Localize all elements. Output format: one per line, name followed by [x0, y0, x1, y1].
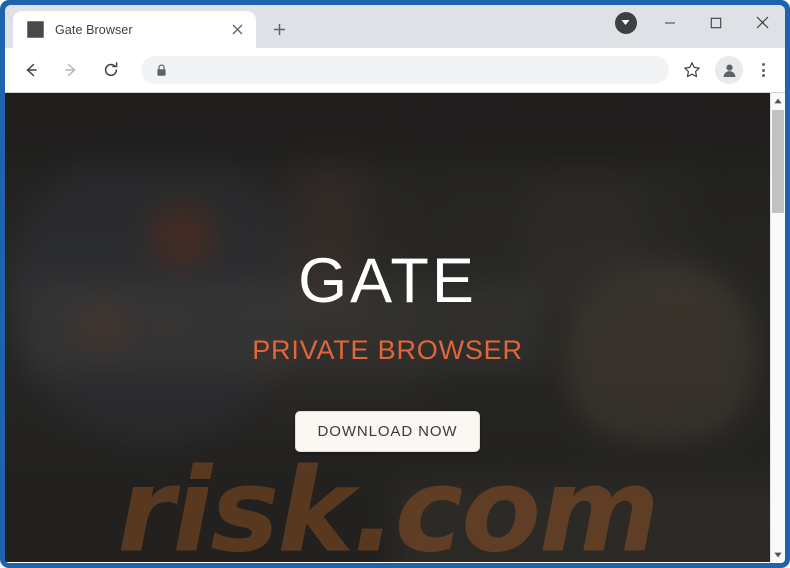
three-dot-menu-icon-dot3 [761, 74, 765, 78]
tab-search-circle [614, 11, 637, 34]
forward-button[interactable] [55, 54, 87, 86]
forward-icon [65, 63, 76, 77]
minimize-button[interactable] [647, 5, 693, 40]
tab-search-button[interactable] [604, 5, 647, 40]
bookmark-button[interactable] [677, 55, 707, 85]
back-button[interactable] [15, 54, 47, 86]
profile-button[interactable] [715, 56, 743, 84]
profile-avatar-icon [723, 64, 735, 77]
scroll-down-arrow-icon [774, 552, 782, 557]
address-bar[interactable] [141, 56, 669, 84]
scroll-up-arrow-icon [774, 98, 782, 103]
web-page-content: risk.com GATE PRIVATE BROWSER DOWNLOAD N… [5, 93, 770, 562]
hero-title: GATE [298, 246, 477, 316]
tab-gate-browser[interactable]: Gate Browser [13, 11, 256, 48]
chrome-menu-button[interactable] [749, 55, 777, 85]
star-icon [684, 62, 700, 78]
lock-icon [153, 62, 169, 78]
hero-subtitle: PRIVATE BROWSER [252, 335, 523, 365]
scrollbar-thumb[interactable] [772, 110, 784, 213]
scrollbar-up-button[interactable] [771, 93, 785, 108]
browser-viewport: risk.com GATE PRIVATE BROWSER DOWNLOAD N… [5, 93, 785, 562]
close-icon [756, 16, 768, 29]
new-tab-button[interactable] [264, 14, 294, 44]
maximize-button[interactable] [693, 5, 739, 40]
lock-glyph [156, 64, 166, 76]
tab-close-button[interactable] [226, 19, 248, 41]
page-scrollbar[interactable] [770, 93, 785, 562]
three-dot-menu-icon-dot2 [761, 68, 765, 72]
maximize-icon [710, 17, 722, 28]
browser-window-inner: Gate Browser risk.com GATE PRIVATE BROWS… [5, 5, 785, 563]
reload-icon [104, 62, 118, 77]
browser-toolbar [5, 48, 785, 93]
minimize-icon [665, 21, 675, 24]
address-input[interactable] [177, 63, 657, 77]
browser-window: Gate Browser risk.com GATE PRIVATE BROWS… [0, 0, 790, 568]
plus-icon [273, 23, 285, 35]
window-controls [604, 5, 785, 48]
tab-strip: Gate Browser [5, 5, 785, 48]
chevron-down-icon [621, 20, 630, 25]
back-icon [26, 63, 37, 77]
gate-favicon [27, 21, 44, 38]
close-window-button[interactable] [739, 5, 785, 40]
scrollbar-down-button[interactable] [771, 547, 785, 562]
download-now-button[interactable]: DOWNLOAD NOW [294, 411, 481, 452]
three-dot-menu-icon [761, 62, 765, 66]
tab-title: Gate Browser [55, 22, 133, 37]
reload-button[interactable] [95, 54, 127, 86]
close-icon [232, 24, 242, 35]
hero-section: GATE PRIVATE BROWSER DOWNLOAD NOW [5, 93, 770, 562]
